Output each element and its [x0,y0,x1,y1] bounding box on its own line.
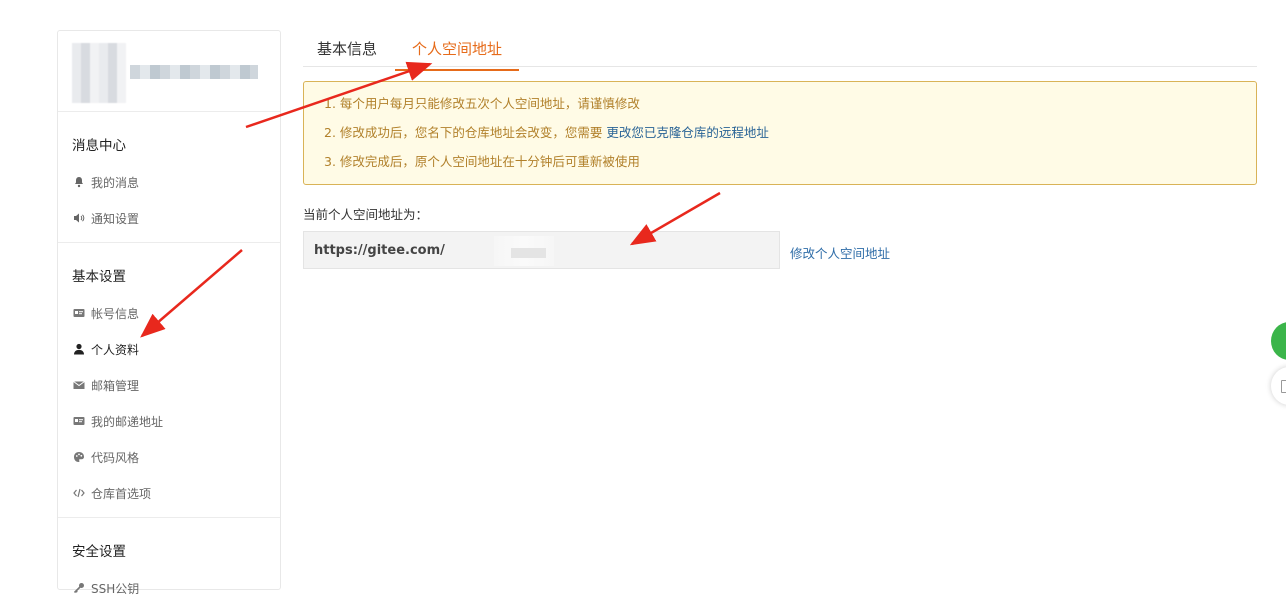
envelope-icon [72,378,86,392]
sidebar-item-label: 邮箱管理 [91,378,140,393]
volume-icon [72,211,86,225]
sidebar-item-label: 我的消息 [91,175,140,190]
notice-line-2: 2. 修改成功后，您名下的仓库地址会改变，您需要 更改您已克隆仓库的远程地址 [324,122,1236,151]
document-icon [1281,380,1286,393]
settings-sidebar: 消息中心 我的消息 通知设置 基本设置 帐号信息 个人资料 邮箱管理 我的邮递地… [57,30,281,596]
sidebar-item-label: SSH公钥 [91,581,140,596]
sidebar-item-email-management[interactable]: 邮箱管理 [58,367,280,403]
user-profile-header [58,31,280,112]
sidebar-item-my-messages[interactable]: 我的消息 [58,164,280,200]
key-icon [72,581,86,595]
username-blurred-inner [511,248,546,258]
sidebar-item-repo-preferences[interactable]: 仓库首选项 [58,475,280,511]
section-title: 基本设置 [72,269,126,285]
sidebar-item-code-style[interactable]: 代码风格 [58,439,280,475]
space-address-field: https://gitee.com/ [303,231,780,269]
user-icon [72,342,86,356]
settings-tabs: 基本信息 个人空间地址 [303,28,1257,71]
section-security-settings: 安全设置 SSH公钥 [58,518,280,612]
section-message-center: 消息中心 我的消息 通知设置 [58,112,280,243]
current-address-label: 当前个人空间地址为： [303,207,429,222]
sidebar-item-mailing-address[interactable]: 我的邮递地址 [58,403,280,439]
sidebar-item-label: 仓库首选项 [91,486,152,501]
sidebar-item-label: 我的邮递地址 [91,414,164,429]
tab-basic-info[interactable]: 基本信息 [317,38,377,69]
sidebar-item-label: 个人资料 [91,342,140,357]
notice-line-3: 3. 修改完成后，原个人空间地址在十分钟后可重新被使用 [324,154,640,169]
avatar[interactable] [72,43,126,103]
section-title: 消息中心 [72,138,126,154]
sidebar-item-label: 代码风格 [91,450,140,465]
username-blurred [130,65,258,79]
code-icon [72,486,86,500]
tab-personal-space-address[interactable]: 个人空间地址 [395,38,519,71]
notice-line-1: 1. 每个用户每月只能修改五次个人空间地址，请谨慎修改 [324,96,640,111]
url-prefix: https://gitee.com/ [314,243,445,258]
bell-icon [72,175,86,189]
section-title: 安全设置 [72,544,126,560]
id-card-icon [72,414,86,428]
sidebar-item-label: 通知设置 [91,211,140,226]
section-basic-settings: 基本设置 帐号信息 个人资料 邮箱管理 我的邮递地址 代码风格 仓库首选项 [58,243,280,518]
sidebar-item-label: 帐号信息 [91,306,140,321]
palette-icon [72,450,86,464]
sidebar-item-profile[interactable]: 个人资料 [58,331,280,367]
notice-line-2-text: 2. 修改成功后，您名下的仓库地址会改变，您需要 [324,125,603,140]
change-remote-url-link[interactable]: 更改您已克隆仓库的远程地址 [606,125,769,140]
warning-notice: 1. 每个用户每月只能修改五次个人空间地址，请谨慎修改 2. 修改成功后，您名下… [303,81,1257,185]
floating-help-button[interactable] [1271,322,1286,360]
sidebar-item-ssh-keys[interactable]: SSH公钥 [58,570,280,606]
modify-space-address-link[interactable]: 修改个人空间地址 [790,243,890,262]
id-card-icon [72,306,86,320]
sidebar-item-notification-settings[interactable]: 通知设置 [58,200,280,236]
sidebar-item-account-info[interactable]: 帐号信息 [58,295,280,331]
